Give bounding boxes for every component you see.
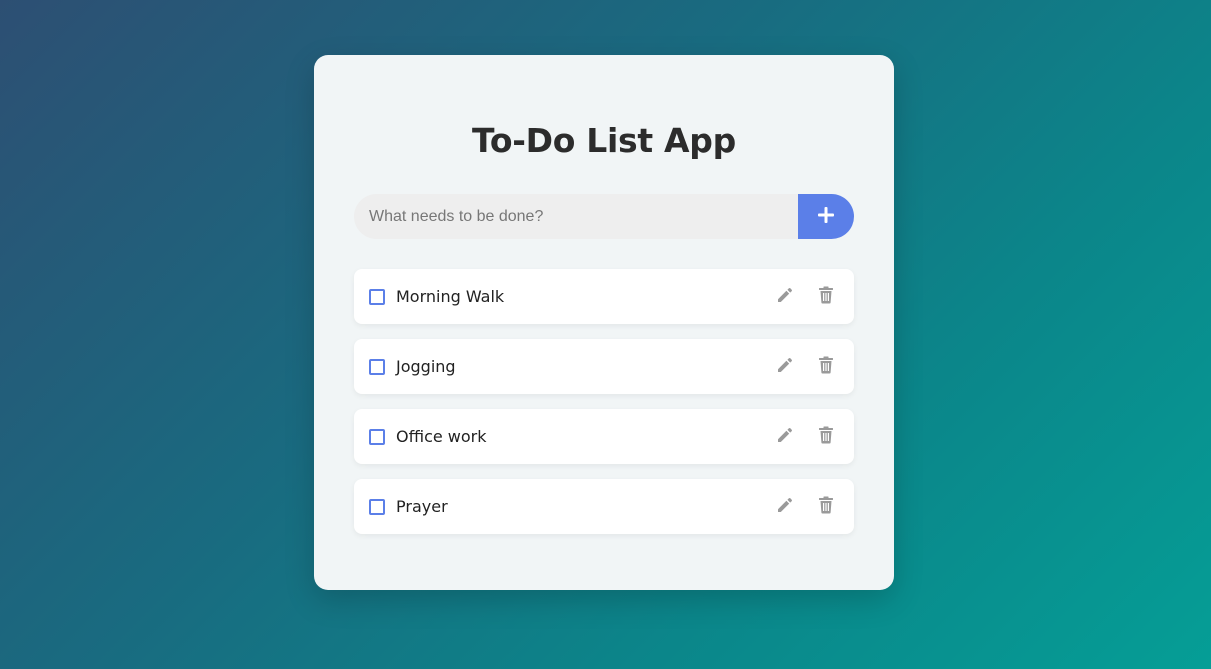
task-checkbox[interactable] [369,498,385,515]
task-item: Jogging [354,339,854,394]
pencil-icon [776,286,794,308]
pencil-icon [776,496,794,518]
task-label: Morning Walk [396,287,505,306]
task-checkbox[interactable] [369,288,385,305]
task-checkbox[interactable] [369,428,385,445]
task-list: Morning Walk Jogging Office work Prayer [354,269,854,549]
task-item: Prayer [354,479,854,534]
task-item: Morning Walk [354,269,854,324]
task-label: Jogging [396,357,456,376]
add-task-form [354,194,854,239]
edit-task-button[interactable] [773,355,797,379]
add-task-button[interactable] [798,194,854,239]
delete-task-button[interactable] [814,425,838,449]
edit-task-button[interactable] [773,495,797,519]
task-label: Prayer [396,497,448,516]
delete-task-button[interactable] [814,355,838,379]
trash-icon [818,286,834,308]
trash-icon [818,496,834,518]
task-item: Office work [354,409,854,464]
todo-card: To-Do List App Morning Walk [314,55,894,590]
delete-task-button[interactable] [814,495,838,519]
plus-icon [817,206,835,227]
edit-task-button[interactable] [773,285,797,309]
page-title: To-Do List App [472,121,736,160]
new-task-input[interactable] [354,194,798,239]
trash-icon [818,356,834,378]
task-label: Office work [396,427,487,446]
pencil-icon [776,426,794,448]
task-checkbox[interactable] [369,358,385,375]
pencil-icon [776,356,794,378]
trash-icon [818,426,834,448]
delete-task-button[interactable] [814,285,838,309]
edit-task-button[interactable] [773,425,797,449]
